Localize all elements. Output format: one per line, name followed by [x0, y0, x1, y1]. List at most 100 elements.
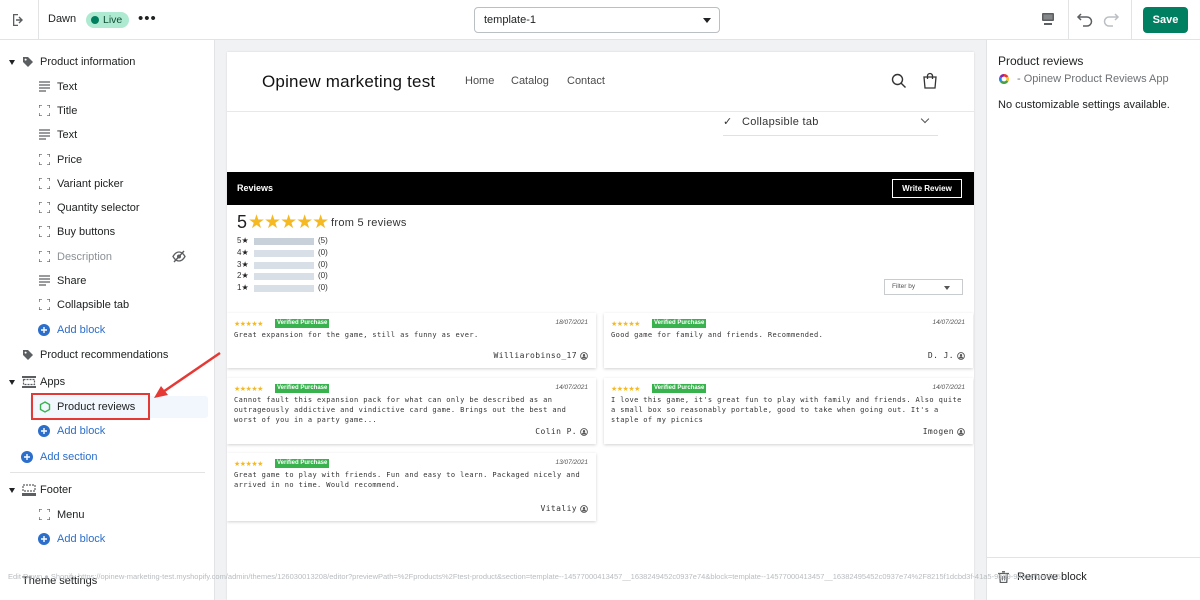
template-select-value: template-1 [484, 14, 536, 26]
review-author-name: Colin P. [535, 427, 577, 436]
frame-corners-icon [38, 177, 51, 190]
block-price[interactable]: Price [0, 149, 214, 171]
add-section-button[interactable]: Add section [0, 446, 214, 468]
divider [10, 472, 205, 473]
store-brand[interactable]: Opinew marketing test [262, 72, 435, 92]
plus-circle-icon [21, 451, 33, 463]
panel-title: Product reviews [998, 54, 1084, 68]
hidden-eye-icon[interactable] [172, 250, 186, 263]
rating-count: (0) [318, 248, 328, 257]
review-count: from 5 reviews [331, 217, 407, 229]
add-block-button[interactable]: Add block [0, 420, 214, 442]
block-label: Price [57, 154, 83, 166]
sidebar: Product information Text Title Text Pric… [0, 40, 215, 600]
block-quantity-selector[interactable]: Quantity selector [0, 197, 214, 219]
rating-count: (0) [318, 283, 328, 292]
caret-down-icon[interactable] [9, 380, 15, 385]
section-label: Footer [40, 484, 72, 496]
review-card: ★★★★★ Verified Purchase 13/07/2021 Great… [227, 453, 596, 521]
caret-down-icon[interactable] [9, 488, 15, 493]
block-variant-picker[interactable]: Variant picker [0, 173, 214, 195]
block-buy-buttons[interactable]: Buy buttons [0, 221, 214, 243]
check-icon: ✓ [723, 116, 733, 128]
divider [38, 0, 39, 40]
review-author-name: Vitaliy [540, 504, 577, 513]
template-select[interactable]: template-1 [474, 7, 720, 33]
collapsible-tab[interactable]: ✓ Collapsible tab [723, 108, 938, 136]
rating-count: (0) [318, 271, 328, 280]
review-author-name: Williarobinso_17 [493, 351, 577, 360]
filter-select[interactable]: Filter by [884, 279, 963, 295]
frame-corners-icon [38, 508, 51, 521]
search-icon[interactable] [891, 73, 907, 89]
rating-level: 5★ [237, 236, 249, 245]
nav-home[interactable]: Home [465, 75, 494, 87]
review-stars-icon: ★★★★★ [611, 386, 640, 393]
user-icon [957, 351, 965, 360]
text-lines-icon [39, 129, 51, 141]
review-date: 14/07/2021 [932, 319, 965, 326]
rating-count: (5) [318, 236, 328, 245]
block-label: Share [57, 275, 87, 287]
block-title[interactable]: Title [0, 100, 214, 122]
add-section-label: Add section [40, 451, 98, 463]
block-share[interactable]: Share [0, 270, 214, 292]
caret-down-icon[interactable] [9, 60, 15, 65]
block-description[interactable]: Description [0, 246, 214, 268]
review-card: ★★★★★ Verified Purchase 18/07/2021 Great… [227, 313, 596, 368]
rating-level: 4★ [237, 248, 249, 257]
verified-badge: Verified Purchase [652, 319, 707, 328]
live-dot-icon [91, 16, 99, 24]
text-lines-icon [39, 275, 51, 287]
save-button[interactable]: Save [1143, 7, 1188, 33]
review-card: ★★★★★ Verified Purchase 14/07/2021 I lov… [604, 378, 973, 444]
exit-icon[interactable] [8, 10, 30, 30]
block-label: Buy buttons [57, 226, 116, 238]
add-block-button[interactable]: Add block [0, 319, 214, 341]
live-badge-label: Live [103, 14, 123, 26]
app-attribution: - Opinew Product Reviews App [998, 73, 1169, 85]
review-text: Great game to play with friends. Fun and… [234, 471, 581, 489]
block-menu[interactable]: Menu [0, 504, 214, 526]
more-actions-icon[interactable]: ••• [138, 10, 156, 30]
desktop-icon[interactable] [1040, 11, 1058, 29]
review-stars-icon: ★★★★★ [234, 386, 263, 393]
add-block-button[interactable]: Add block [0, 528, 214, 550]
section-label: Product information [40, 56, 136, 68]
redo-icon[interactable] [1102, 10, 1122, 30]
verified-badge: Verified Purchase [652, 384, 707, 393]
cart-icon[interactable] [922, 72, 938, 89]
user-icon [580, 427, 588, 436]
filter-select-label: Filter by [892, 283, 916, 290]
rating-distribution-row[interactable]: 1★ (0) [237, 283, 357, 294]
rating-distribution-row[interactable]: 4★ (0) [237, 248, 357, 259]
rating-bar [254, 273, 314, 280]
section-product-information[interactable]: Product information [0, 51, 214, 73]
block-collapsible-tab[interactable]: Collapsible tab [0, 294, 214, 316]
nav-contact[interactable]: Contact [567, 75, 605, 87]
rating-distribution-row[interactable]: 3★ (0) [237, 260, 357, 271]
block-text[interactable]: Text [0, 76, 214, 98]
review-text: Great expansion for the game, still as f… [234, 331, 479, 339]
review-author: Colin P. [535, 427, 588, 436]
undo-icon[interactable] [1076, 10, 1096, 30]
review-stars-icon: ★★★★★ [234, 461, 263, 468]
add-block-label: Add block [57, 425, 106, 437]
star-icon: ★ [241, 271, 249, 280]
red-arrow-icon [154, 351, 221, 398]
nav-catalog[interactable]: Catalog [511, 75, 549, 87]
tag-icon [22, 349, 34, 361]
block-text[interactable]: Text [0, 124, 214, 146]
write-review-button[interactable]: Write Review [892, 179, 962, 198]
store-header: Opinew marketing test Home Catalog Conta… [227, 52, 974, 112]
chevron-down-icon [944, 286, 950, 290]
chevron-down-icon [920, 114, 930, 124]
rating-distribution-row[interactable]: 5★ (5) [237, 236, 357, 247]
review-author: Imogen [923, 427, 965, 436]
review-author-name: D. J. [927, 351, 954, 360]
block-label: Menu [57, 509, 85, 521]
add-block-label: Add block [57, 533, 106, 545]
rating-distribution-row[interactable]: 2★ (0) [237, 271, 357, 282]
section-footer[interactable]: Footer [0, 479, 214, 501]
rating-level: 1★ [237, 283, 249, 292]
